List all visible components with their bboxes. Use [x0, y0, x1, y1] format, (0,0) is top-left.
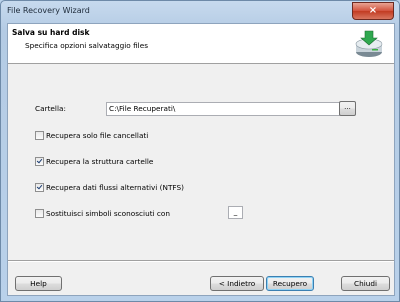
option-label: Sostituisci simboli sconosciuti con	[46, 208, 171, 218]
option-recover-deleted-only[interactable]: Recupera solo file cancellati	[35, 130, 148, 140]
save-to-disk-icon	[355, 30, 383, 57]
back-button[interactable]: < Indietro	[210, 276, 264, 291]
title-bar[interactable]: File Recovery Wizard ×	[1, 1, 399, 23]
folder-label: Cartella:	[35, 104, 66, 113]
option-recover-folder-structure[interactable]: Recupera la struttura cartelle	[35, 156, 153, 166]
option-label: Recupera la struttura cartelle	[46, 156, 154, 166]
footer-divider	[8, 260, 394, 262]
help-button[interactable]: Help	[15, 276, 62, 291]
close-window-button[interactable]: ×	[352, 2, 394, 20]
option-replace-unknown-symbols[interactable]: Sostituisci simboli sconosciuti con	[35, 208, 170, 218]
close-button[interactable]: Chiudi	[341, 276, 390, 291]
checkbox-recover-folder-structure[interactable]	[35, 156, 44, 166]
window-title: File Recovery Wizard	[7, 6, 90, 15]
checkbox-recover-deleted-only[interactable]	[35, 130, 44, 140]
wizard-content: Salva su hard disk Specifica opzioni sal…	[7, 23, 395, 296]
option-label: Recupera solo file cancellati	[46, 130, 149, 140]
checkbox-recover-alternate-streams[interactable]	[35, 182, 44, 192]
page-subtitle: Specifica opzioni salvataggio files	[25, 41, 148, 50]
option-recover-alternate-streams[interactable]: Recupera dati flussi alternativi (NTFS)	[35, 182, 184, 192]
browse-button[interactable]: ...	[339, 101, 356, 116]
recover-button[interactable]: Recupero	[266, 276, 314, 291]
option-label: Recupera dati flussi alternativi (NTFS)	[46, 182, 184, 192]
folder-path-input[interactable]: C:\File Recuperati\	[106, 102, 340, 116]
replacement-symbol-input[interactable]: _	[228, 206, 243, 219]
wizard-window: File Recovery Wizard × Salva su hard dis…	[0, 0, 400, 302]
page-title: Salva su hard disk	[12, 28, 90, 37]
checkbox-replace-unknown-symbols[interactable]	[35, 208, 44, 218]
wizard-header: Salva su hard disk Specifica opzioni sal…	[8, 24, 394, 64]
